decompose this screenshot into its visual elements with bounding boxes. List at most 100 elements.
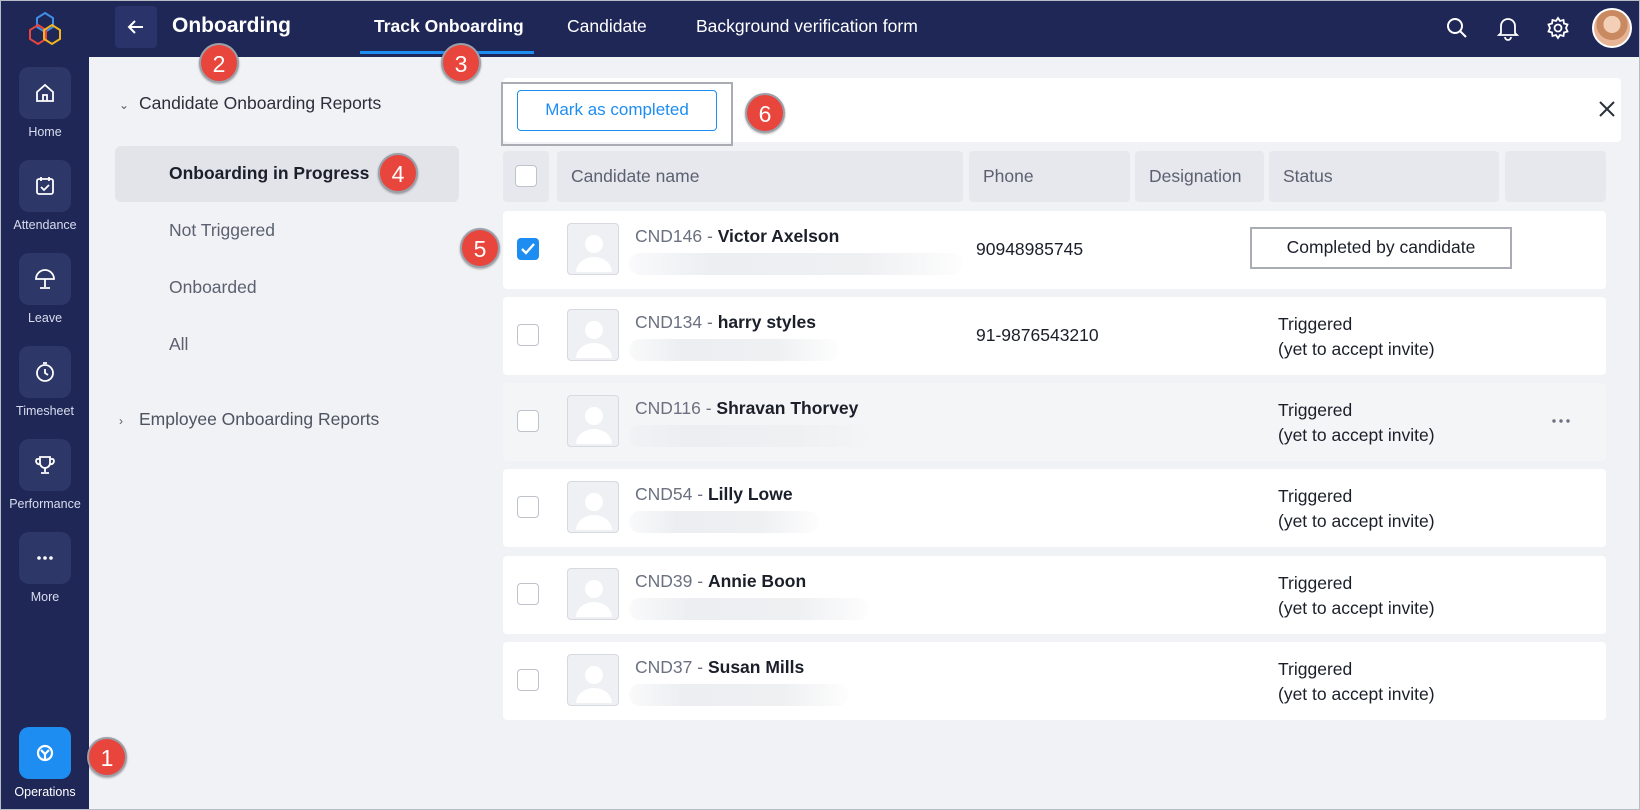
status-subtext: (yet to accept invite) (1278, 684, 1435, 704)
nav-all[interactable]: All (115, 317, 459, 373)
row-checkbox[interactable] (517, 583, 539, 605)
candidate-avatar (567, 309, 619, 361)
row-checkbox[interactable] (517, 238, 539, 260)
chevron-right-icon: › (119, 414, 123, 428)
row-more-actions-icon[interactable] (1548, 411, 1574, 431)
candidate-avatar (567, 654, 619, 706)
blurred-email (629, 684, 849, 706)
nav-not-triggered[interactable]: Not Triggered (115, 203, 459, 259)
row-checkbox[interactable] (517, 669, 539, 691)
highlight-box-mark-completed (501, 82, 733, 146)
rail-label-performance: Performance (9, 497, 81, 511)
status-cell: Triggered (yet to accept invite) (1278, 398, 1435, 448)
candidate-name-cell[interactable]: CND146 - Victor Axelson (635, 226, 839, 247)
candidate-id: CND134 (635, 312, 703, 332)
row-checkbox[interactable] (517, 324, 539, 346)
candidate-id: CND116 (635, 398, 701, 418)
bell-icon[interactable] (1495, 15, 1521, 41)
status-subtext: (yet to accept invite) (1278, 511, 1435, 531)
candidate-name-cell[interactable]: CND54 - Lilly Lowe (635, 484, 793, 505)
candidate-name: Susan Mills (707, 657, 805, 677)
table-row[interactable]: CND116 - Shravan Thorvey Triggered (yet t… (503, 383, 1606, 461)
gear-icon[interactable] (1545, 15, 1571, 41)
table-row[interactable]: CND146 - Victor Axelson 90948985745 Comp… (503, 211, 1606, 289)
umbrella-icon (19, 253, 71, 305)
header-status[interactable]: Status (1269, 151, 1499, 202)
candidate-name-cell[interactable]: CND39 - Annie Boon (635, 571, 806, 592)
status-subtext: (yet to accept invite) (1278, 339, 1435, 359)
candidate-avatar (567, 481, 619, 533)
table-row[interactable]: CND39 - Annie Boon Triggered (yet to acce… (503, 556, 1606, 634)
callout-badge-6: 6 (745, 93, 785, 133)
app-logo-icon (25, 9, 65, 49)
table-row[interactable]: CND54 - Lilly Lowe Triggered (yet to acce… (503, 469, 1606, 547)
header-actions (1505, 151, 1606, 202)
tab-track-onboarding[interactable]: Track Onboarding (374, 16, 524, 37)
candidate-name-cell[interactable]: CND37 - Susan Mills (635, 657, 804, 678)
rail-item-more[interactable]: More (1, 532, 89, 618)
close-icon[interactable] (1596, 98, 1618, 120)
back-button[interactable] (115, 6, 157, 48)
candidate-avatar (567, 223, 619, 275)
person-placeholder-icon (576, 580, 612, 617)
blurred-email (629, 339, 839, 361)
row-checkbox[interactable] (517, 410, 539, 432)
status-cell: Triggered (yet to accept invite) (1278, 312, 1435, 362)
rail-item-attendance[interactable]: Attendance (1, 160, 89, 246)
home-icon (19, 67, 71, 119)
section-employee-onboarding-reports[interactable]: › Employee Onboarding Reports (119, 409, 379, 430)
nav-onboarded[interactable]: Onboarded (115, 260, 459, 316)
rail-item-performance[interactable]: Performance (1, 439, 89, 525)
rail-item-timesheet[interactable]: Timesheet (1, 346, 89, 432)
candidate-id: CND146 (635, 226, 703, 246)
rail-label-attendance: Attendance (13, 218, 77, 232)
status-cell: Triggered (yet to accept invite) (1278, 571, 1435, 621)
chevron-down-icon: ⌄ (119, 98, 130, 112)
page-title: Onboarding (172, 14, 291, 37)
header-candidate-name[interactable]: Candidate name (557, 151, 963, 202)
candidate-avatar (567, 568, 619, 620)
candidate-name: Victor Axelson (717, 226, 840, 246)
status-text: Triggered (1278, 400, 1353, 420)
table-row[interactable]: CND37 - Susan Mills Triggered (yet to acc… (503, 642, 1606, 720)
tab-candidate[interactable]: Candidate (567, 16, 647, 37)
blurred-email (629, 598, 869, 620)
table-row[interactable]: CND134 - harry styles 91-9876543210 Trig… (503, 297, 1606, 375)
user-avatar[interactable] (1592, 8, 1632, 48)
person-placeholder-icon (576, 493, 612, 530)
candidate-name: Annie Boon (707, 571, 807, 591)
rail-item-operations[interactable]: Operations (1, 727, 89, 809)
check-icon (521, 243, 535, 255)
candidate-name: Shravan Thorvey (716, 398, 859, 418)
section-label: Employee Onboarding Reports (139, 409, 380, 429)
header-designation[interactable]: Designation (1135, 151, 1264, 202)
candidate-avatar (567, 395, 619, 447)
id-separator: - (702, 226, 718, 246)
row-checkbox[interactable] (517, 496, 539, 518)
person-placeholder-icon (576, 666, 612, 703)
status-text: Triggered (1278, 659, 1353, 679)
header-phone[interactable]: Phone (969, 151, 1130, 202)
operations-icon (19, 727, 71, 779)
select-all-checkbox[interactable] (515, 165, 537, 187)
blurred-email (629, 425, 869, 447)
tab-background-verification-form[interactable]: Background verification form (696, 16, 918, 37)
rail-item-home[interactable]: Home (1, 67, 89, 153)
blurred-email (629, 511, 819, 533)
section-candidate-onboarding-reports[interactable]: ⌄ Candidate Onboarding Reports (119, 93, 381, 114)
status-cell: Triggered (yet to accept invite) (1278, 657, 1435, 707)
status-subtext: (yet to accept invite) (1278, 425, 1435, 445)
callout-badge-3: 3 (441, 43, 481, 83)
candidate-id: CND54 (635, 484, 693, 504)
rail-item-leave[interactable]: Leave (1, 253, 89, 339)
callout-badge-2: 2 (199, 43, 239, 83)
callout-badge-1: 1 (87, 737, 127, 777)
status-text: Triggered (1278, 573, 1353, 593)
id-separator: - (702, 312, 718, 332)
search-icon[interactable] (1444, 15, 1470, 41)
candidate-name: harry styles (717, 312, 816, 332)
app-window: Home Attendance Leave Timesheet Performa… (0, 0, 1640, 810)
status-cell: Triggered (yet to accept invite) (1278, 484, 1435, 534)
candidate-name-cell[interactable]: CND134 - harry styles (635, 312, 816, 333)
candidate-name-cell[interactable]: CND116 - Shravan Thorvey (635, 398, 858, 419)
